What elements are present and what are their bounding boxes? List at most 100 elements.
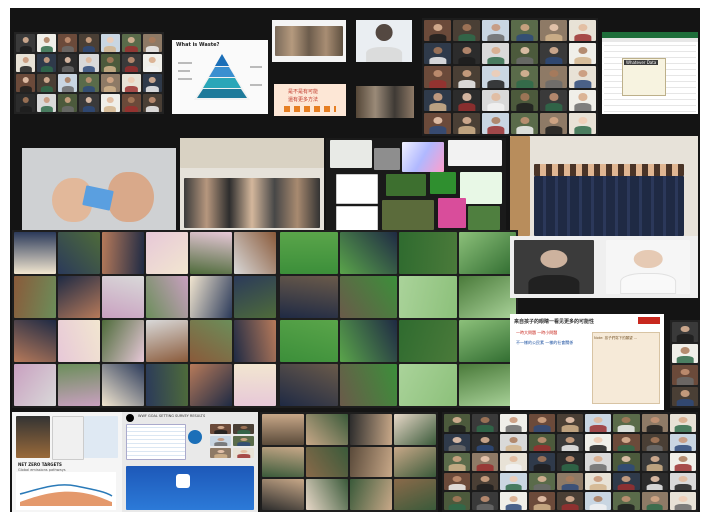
participant-tile xyxy=(511,112,538,134)
participant-tile xyxy=(37,74,57,92)
mini-collage-middle xyxy=(326,138,506,234)
activity-photo xyxy=(190,364,232,406)
activity-photo xyxy=(458,364,516,406)
activity-photo xyxy=(146,364,188,406)
participant-tile xyxy=(210,436,231,446)
participant-tile xyxy=(121,54,141,72)
participant-tile xyxy=(58,54,78,72)
emissions-chart xyxy=(16,472,116,510)
participant-tile xyxy=(672,365,698,385)
participant-tile xyxy=(569,89,596,111)
activity-photo-collage-left xyxy=(12,230,278,408)
participant-tile xyxy=(100,94,120,112)
activity-photo xyxy=(14,232,56,274)
note-text: Note: 孩子們寫下的願望 ... xyxy=(594,336,638,340)
participant-tile xyxy=(585,433,612,452)
participant-tile xyxy=(79,34,99,52)
participant-tile xyxy=(669,492,696,510)
participant-tile xyxy=(100,34,120,52)
participant-tile xyxy=(482,20,509,42)
participant-tile xyxy=(500,472,527,491)
activity-photo xyxy=(190,320,232,362)
small-group-photo xyxy=(356,86,414,118)
activity-photo xyxy=(458,320,516,362)
participant-tile xyxy=(500,414,527,432)
activity-photo xyxy=(394,479,436,510)
chart-title: NET ZERO TARGETS xyxy=(18,462,62,467)
participant-tile xyxy=(58,94,78,112)
wwf-slides-panel: NET ZERO TARGETS Global emissions pathwa… xyxy=(12,412,122,512)
activity-photo xyxy=(458,232,516,274)
activity-photo xyxy=(58,276,100,318)
office-group-photo xyxy=(180,138,324,232)
activity-photo xyxy=(58,364,100,406)
video-call-grid-top-middle xyxy=(422,18,598,136)
participant-tile xyxy=(79,54,99,72)
activity-photo xyxy=(399,276,457,318)
participant-tile xyxy=(16,94,36,112)
participant-tile xyxy=(511,89,538,111)
participant-tile xyxy=(669,453,696,471)
activity-photo xyxy=(190,276,232,318)
activity-photo xyxy=(339,364,397,406)
participant-tile xyxy=(472,453,499,471)
participant-tile xyxy=(233,436,254,446)
activity-photo xyxy=(350,414,392,445)
activity-photo xyxy=(280,276,338,318)
slide-title: 来自孩子的眼睛一看见更多的可能性 xyxy=(514,319,595,325)
participant-tile xyxy=(641,414,668,432)
participant-tile xyxy=(500,492,527,510)
activity-photo xyxy=(394,414,436,445)
participant-tile xyxy=(142,74,162,92)
participant-tile xyxy=(472,433,499,452)
participant-tile xyxy=(424,112,451,134)
participant-tile xyxy=(210,424,231,434)
video-call-grid-top-left xyxy=(14,32,164,114)
participant-tile xyxy=(500,453,527,471)
photo-collage: What is Waste? 是不是有可能 還有更多方法 Whatever Da… xyxy=(10,8,700,512)
participant-tile xyxy=(669,433,696,452)
activity-photo xyxy=(146,320,188,362)
activity-photo xyxy=(102,232,144,274)
greenhouse-photo-collage xyxy=(278,230,518,408)
participant-tile xyxy=(444,453,471,471)
presenter-video xyxy=(356,20,412,62)
participant-tile xyxy=(482,89,509,111)
participant-tile xyxy=(16,54,36,72)
app-screen xyxy=(126,466,254,510)
participant-tile xyxy=(556,472,584,491)
participant-tile xyxy=(540,89,567,111)
participant-tile xyxy=(569,66,596,88)
participant-tile xyxy=(16,34,36,52)
sheet-header: Whatever Data xyxy=(624,60,659,65)
participant-tile xyxy=(669,472,696,491)
activity-photo xyxy=(262,446,304,478)
participant-tile xyxy=(556,453,584,471)
participant-tile xyxy=(142,54,162,72)
participant-tile xyxy=(672,322,698,342)
participant-tile xyxy=(556,433,584,452)
participant-tile xyxy=(511,43,538,65)
activity-photo xyxy=(58,232,100,274)
activity-photo xyxy=(14,276,56,318)
activity-photo xyxy=(146,276,188,318)
participant-tile xyxy=(16,74,36,92)
participant-tile xyxy=(79,94,99,112)
activity-photo xyxy=(458,276,516,318)
participant-tile xyxy=(142,94,162,112)
origami-hands-photo xyxy=(22,148,176,234)
participant-tile xyxy=(556,414,584,432)
activity-photo xyxy=(14,364,56,406)
participant-tile xyxy=(613,492,640,510)
activity-photo xyxy=(339,232,397,274)
team-photo-blue-shirts xyxy=(510,136,698,236)
participant-tile xyxy=(613,453,640,471)
participant-tile xyxy=(444,492,471,510)
participant-tile xyxy=(613,472,640,491)
wwf-survey-and-app-screens: WWF GOAL SETTING SURVEY RESULTS xyxy=(122,412,258,512)
activity-photo xyxy=(399,320,457,362)
participant-tile xyxy=(585,414,612,432)
participant-tile xyxy=(453,112,480,134)
activity-photo xyxy=(234,320,276,362)
video-call-grid-bottom-right xyxy=(442,412,698,512)
